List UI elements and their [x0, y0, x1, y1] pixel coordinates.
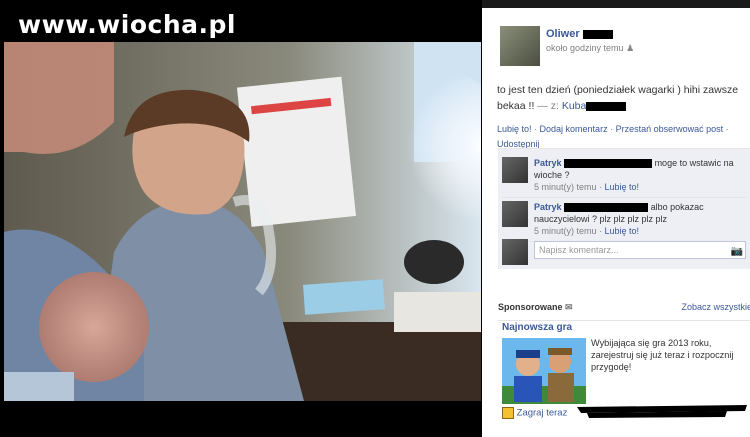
redaction-bar: [564, 203, 649, 213]
ad-title[interactable]: Najnowsza gra: [502, 322, 572, 333]
composer-avatar: [502, 239, 528, 265]
ad-cta-row[interactable]: Zagraj teraz: [502, 407, 567, 419]
commenter-avatar[interactable]: [502, 201, 528, 227]
facebook-post-panel: Oliwer około godziny temu ♟ to jest ten …: [482, 8, 750, 437]
sponsored-title: Sponsorowane: [498, 302, 563, 312]
comment-like-link[interactable]: Lubię to!: [605, 226, 640, 236]
comment-like-link[interactable]: Lubię to!: [605, 182, 640, 192]
comment-placeholder: Napisz komentarz...: [539, 245, 619, 255]
unfollow-link[interactable]: Przestań obserwować post: [616, 124, 724, 134]
comments-box: Patryk moge to wstawic na wioche ? 5 min…: [498, 148, 750, 269]
post-time-row: około godziny temu ♟: [546, 43, 634, 54]
watermark: www.wiocha.pl: [18, 10, 236, 39]
add-comment-link[interactable]: Dodaj komentarz: [540, 124, 608, 134]
comment-input[interactable]: Napisz komentarz... 📷: [534, 241, 746, 259]
photo-panel: www.wiocha.pl: [0, 0, 482, 437]
commenter-name[interactable]: Patryk: [534, 202, 562, 212]
comment-time[interactable]: 5 minut(y) temu: [534, 226, 597, 236]
post-photo[interactable]: [4, 42, 481, 401]
game-icon: [502, 338, 586, 404]
comment-body: Patryk moge to wstawic na wioche ? 5 min…: [534, 158, 734, 192]
comment-item: Patryk albo pokazac nauczycielowi ? plz …: [502, 201, 746, 242]
redaction-bar: [564, 159, 653, 169]
megaphone-icon: ✉: [565, 302, 573, 312]
people-icon: ♟: [626, 43, 635, 53]
commenter-name[interactable]: Patryk: [534, 158, 562, 168]
camera-icon[interactable]: 📷: [731, 244, 743, 260]
sponsored-divider: [498, 320, 750, 321]
redaction-bar: [582, 29, 613, 39]
photo-illustration: [4, 42, 481, 401]
ad-image[interactable]: [502, 338, 586, 404]
post-time[interactable]: około godziny temu: [546, 43, 624, 53]
play-now-link[interactable]: Zagraj teraz: [517, 408, 568, 419]
sponsored-header: Sponsorowane ✉ Zobacz wszystkie: [498, 300, 750, 316]
post-text: to jest ten dzień (poniedziałek wagarki …: [497, 82, 747, 114]
see-all-link[interactable]: Zobacz wszystkie: [681, 302, 750, 312]
author-name[interactable]: Oliwer: [546, 28, 580, 40]
tagged-friend[interactable]: Kuba: [562, 100, 587, 112]
ad-description: Wybijająca się gra 2013 roku, zarejestru…: [591, 338, 734, 372]
author-avatar[interactable]: [500, 26, 540, 66]
redaction-bar: [586, 101, 627, 111]
redaction-scribble: [577, 405, 747, 418]
with-prefix: — z:: [534, 100, 559, 112]
game-icon: [502, 407, 514, 419]
post-header: Oliwer około godziny temu ♟: [500, 26, 740, 72]
sponsored-title-row: Sponsorowane ✉: [498, 302, 573, 313]
comment-body: Patryk albo pokazac nauczycielowi ? plz …: [534, 202, 704, 236]
author-name-row[interactable]: Oliwer: [546, 28, 613, 40]
comment-item: Patryk moge to wstawic na wioche ? 5 min…: [502, 157, 746, 198]
commenter-avatar[interactable]: [502, 157, 528, 183]
comment-time[interactable]: 5 minut(y) temu: [534, 182, 597, 192]
like-link[interactable]: Lubię to!: [497, 124, 532, 134]
